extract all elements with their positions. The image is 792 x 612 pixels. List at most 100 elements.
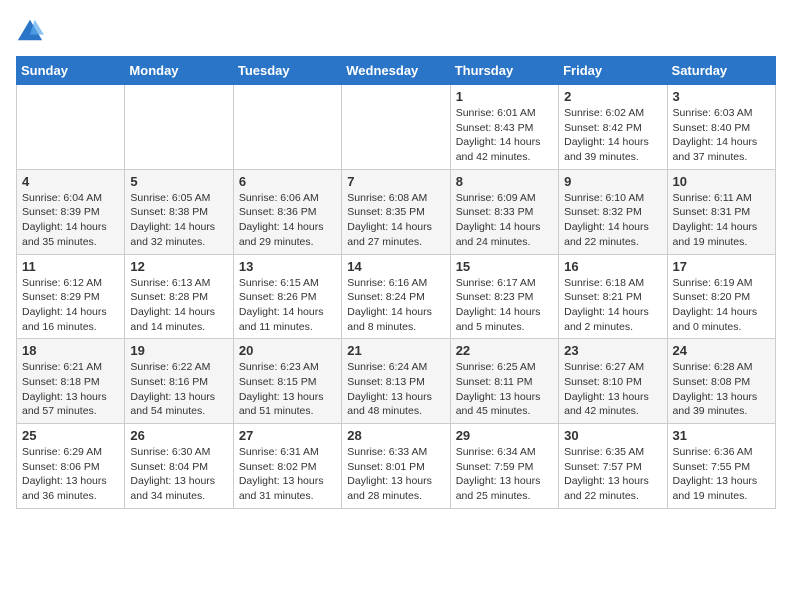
day-number: 17 — [673, 259, 770, 274]
day-cell: 3 Sunrise: 6:03 AM Sunset: 8:40 PM Daylig… — [667, 85, 775, 170]
day-info: Sunrise: 6:15 AM Sunset: 8:26 PM Dayligh… — [239, 276, 336, 335]
day-info: Sunrise: 6:02 AM Sunset: 8:42 PM Dayligh… — [564, 106, 661, 165]
calendar-header-row: SundayMondayTuesdayWednesdayThursdayFrid… — [17, 57, 776, 85]
day-cell — [233, 85, 341, 170]
day-cell: 25Sunrise: 6:29 AM Sunset: 8:06 PM Dayli… — [17, 424, 125, 509]
day-info: Sunrise: 6:18 AM Sunset: 8:21 PM Dayligh… — [564, 276, 661, 335]
day-info: Sunrise: 6:06 AM Sunset: 8:36 PM Dayligh… — [239, 191, 336, 250]
day-cell: 12 Sunrise: 6:13 AM Sunset: 8:28 PM Dayli… — [125, 254, 233, 339]
day-number: 18 — [22, 343, 119, 358]
day-info: Sunrise: 6:10 AM Sunset: 8:32 PM Dayligh… — [564, 191, 661, 250]
day-cell: 10 Sunrise: 6:11 AM Sunset: 8:31 PM Dayli… — [667, 169, 775, 254]
day-number: 24 — [673, 343, 770, 358]
day-number: 3 — [673, 89, 770, 104]
day-cell: 11 Sunrise: 6:12 AM Sunset: 8:29 PM Dayli… — [17, 254, 125, 339]
day-info: Sunrise: 6:23 AM Sunset: 8:15 PM Dayligh… — [239, 360, 336, 419]
day-number: 23 — [564, 343, 661, 358]
day-number: 9 — [564, 174, 661, 189]
day-info: Sunrise: 6:08 AM Sunset: 8:35 PM Dayligh… — [347, 191, 444, 250]
day-cell: 22 Sunrise: 6:25 AM Sunset: 8:11 PM Dayli… — [450, 339, 558, 424]
calendar: SundayMondayTuesdayWednesdayThursdayFrid… — [16, 56, 776, 509]
day-number: 8 — [456, 174, 553, 189]
day-info: Sunrise: 6:13 AM Sunset: 8:28 PM Dayligh… — [130, 276, 227, 335]
day-cell — [17, 85, 125, 170]
day-cell: 1 Sunrise: 6:01 AM Sunset: 8:43 PM Daylig… — [450, 85, 558, 170]
day-cell: 20Sunrise: 6:23 AM Sunset: 8:15 PM Dayli… — [233, 339, 341, 424]
day-header-tuesday: Tuesday — [233, 57, 341, 85]
day-number: 22 — [456, 343, 553, 358]
day-info: Sunrise: 6:03 AM Sunset: 8:40 PM Dayligh… — [673, 106, 770, 165]
day-info: Sunrise: 6:25 AM Sunset: 8:11 PM Dayligh… — [456, 360, 553, 419]
logo — [16, 16, 48, 44]
day-cell: 26Sunrise: 6:30 AM Sunset: 8:04 PM Dayli… — [125, 424, 233, 509]
day-cell: 29Sunrise: 6:34 AM Sunset: 7:59 PM Dayli… — [450, 424, 558, 509]
day-info: Sunrise: 6:09 AM Sunset: 8:33 PM Dayligh… — [456, 191, 553, 250]
day-number: 27 — [239, 428, 336, 443]
day-number: 21 — [347, 343, 444, 358]
day-number: 6 — [239, 174, 336, 189]
day-cell: 28Sunrise: 6:33 AM Sunset: 8:01 PM Dayli… — [342, 424, 450, 509]
day-info: Sunrise: 6:12 AM Sunset: 8:29 PM Dayligh… — [22, 276, 119, 335]
week-row-3: 11 Sunrise: 6:12 AM Sunset: 8:29 PM Dayli… — [17, 254, 776, 339]
week-row-5: 25Sunrise: 6:29 AM Sunset: 8:06 PM Dayli… — [17, 424, 776, 509]
day-cell: 6 Sunrise: 6:06 AM Sunset: 8:36 PM Daylig… — [233, 169, 341, 254]
day-info: Sunrise: 6:24 AM Sunset: 8:13 PM Dayligh… — [347, 360, 444, 419]
day-number: 19 — [130, 343, 227, 358]
week-row-2: 4 Sunrise: 6:04 AM Sunset: 8:39 PM Daylig… — [17, 169, 776, 254]
day-header-monday: Monday — [125, 57, 233, 85]
day-info: Sunrise: 6:05 AM Sunset: 8:38 PM Dayligh… — [130, 191, 227, 250]
day-cell: 27 Sunrise: 6:31 AM Sunset: 8:02 PM Dayli… — [233, 424, 341, 509]
day-number: 12 — [130, 259, 227, 274]
day-header-saturday: Saturday — [667, 57, 775, 85]
day-info: Sunrise: 6:31 AM Sunset: 8:02 PM Dayligh… — [239, 445, 336, 504]
day-number: 15 — [456, 259, 553, 274]
day-header-sunday: Sunday — [17, 57, 125, 85]
day-number: 14 — [347, 259, 444, 274]
day-cell: 21 Sunrise: 6:24 AM Sunset: 8:13 PM Dayli… — [342, 339, 450, 424]
day-cell: 23 Sunrise: 6:27 AM Sunset: 8:10 PM Dayli… — [559, 339, 667, 424]
day-info: Sunrise: 6:21 AM Sunset: 8:18 PM Dayligh… — [22, 360, 119, 419]
day-cell: 30Sunrise: 6:35 AM Sunset: 7:57 PM Dayli… — [559, 424, 667, 509]
day-info: Sunrise: 6:22 AM Sunset: 8:16 PM Dayligh… — [130, 360, 227, 419]
day-number: 25 — [22, 428, 119, 443]
day-cell: 19 Sunrise: 6:22 AM Sunset: 8:16 PM Dayli… — [125, 339, 233, 424]
day-info: Sunrise: 6:36 AM Sunset: 7:55 PM Dayligh… — [673, 445, 770, 504]
day-info: Sunrise: 6:11 AM Sunset: 8:31 PM Dayligh… — [673, 191, 770, 250]
day-info: Sunrise: 6:34 AM Sunset: 7:59 PM Dayligh… — [456, 445, 553, 504]
day-number: 11 — [22, 259, 119, 274]
day-number: 5 — [130, 174, 227, 189]
day-header-thursday: Thursday — [450, 57, 558, 85]
day-number: 30 — [564, 428, 661, 443]
day-info: Sunrise: 6:19 AM Sunset: 8:20 PM Dayligh… — [673, 276, 770, 335]
day-header-wednesday: Wednesday — [342, 57, 450, 85]
day-cell: 24 Sunrise: 6:28 AM Sunset: 8:08 PM Dayli… — [667, 339, 775, 424]
day-number: 7 — [347, 174, 444, 189]
day-info: Sunrise: 6:01 AM Sunset: 8:43 PM Dayligh… — [456, 106, 553, 165]
day-cell — [125, 85, 233, 170]
day-cell: 4 Sunrise: 6:04 AM Sunset: 8:39 PM Daylig… — [17, 169, 125, 254]
day-number: 16 — [564, 259, 661, 274]
day-info: Sunrise: 6:33 AM Sunset: 8:01 PM Dayligh… — [347, 445, 444, 504]
day-number: 1 — [456, 89, 553, 104]
day-cell: 14Sunrise: 6:16 AM Sunset: 8:24 PM Dayli… — [342, 254, 450, 339]
day-cell: 2 Sunrise: 6:02 AM Sunset: 8:42 PM Daylig… — [559, 85, 667, 170]
day-info: Sunrise: 6:30 AM Sunset: 8:04 PM Dayligh… — [130, 445, 227, 504]
day-header-friday: Friday — [559, 57, 667, 85]
week-row-4: 18 Sunrise: 6:21 AM Sunset: 8:18 PM Dayli… — [17, 339, 776, 424]
day-info: Sunrise: 6:17 AM Sunset: 8:23 PM Dayligh… — [456, 276, 553, 335]
day-cell: 17 Sunrise: 6:19 AM Sunset: 8:20 PM Dayli… — [667, 254, 775, 339]
day-number: 2 — [564, 89, 661, 104]
day-cell — [342, 85, 450, 170]
day-number: 10 — [673, 174, 770, 189]
day-cell: 31Sunrise: 6:36 AM Sunset: 7:55 PM Dayli… — [667, 424, 775, 509]
day-cell: 16 Sunrise: 6:18 AM Sunset: 8:21 PM Dayli… — [559, 254, 667, 339]
day-info: Sunrise: 6:04 AM Sunset: 8:39 PM Dayligh… — [22, 191, 119, 250]
day-info: Sunrise: 6:28 AM Sunset: 8:08 PM Dayligh… — [673, 360, 770, 419]
day-number: 4 — [22, 174, 119, 189]
day-cell: 9 Sunrise: 6:10 AM Sunset: 8:32 PM Daylig… — [559, 169, 667, 254]
day-cell: 8 Sunrise: 6:09 AM Sunset: 8:33 PM Daylig… — [450, 169, 558, 254]
day-cell: 5 Sunrise: 6:05 AM Sunset: 8:38 PM Daylig… — [125, 169, 233, 254]
day-cell: 7 Sunrise: 6:08 AM Sunset: 8:35 PM Daylig… — [342, 169, 450, 254]
day-info: Sunrise: 6:27 AM Sunset: 8:10 PM Dayligh… — [564, 360, 661, 419]
logo-icon — [16, 16, 44, 44]
